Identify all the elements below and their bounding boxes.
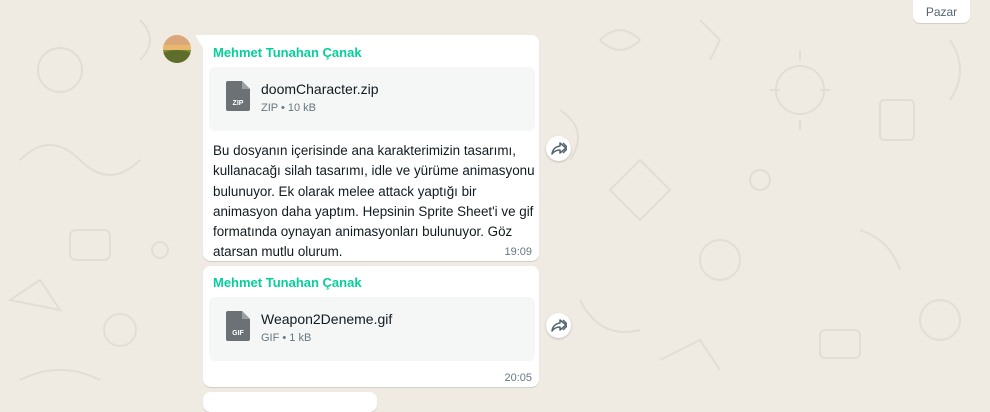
- bubble-tail: [195, 35, 203, 48]
- message-bubble[interactable]: [203, 392, 377, 412]
- file-name: doomCharacter.zip: [261, 81, 379, 97]
- file-icon: ZIP: [226, 81, 250, 111]
- file-attachment[interactable]: GIF Weapon2Deneme.gif GIF • 1 kB: [209, 297, 535, 361]
- message-bubble[interactable]: Mehmet Tunahan Çanak GIF Weapon2Deneme.g…: [203, 266, 539, 387]
- message-time: 19:09: [504, 246, 532, 258]
- file-attachment[interactable]: ZIP doomCharacter.zip ZIP • 10 kB: [209, 67, 535, 131]
- file-name: Weapon2Deneme.gif: [261, 311, 393, 327]
- file-meta: ZIP • 10 kB: [261, 102, 317, 114]
- avatar-image: [163, 35, 191, 63]
- sender-name[interactable]: Mehmet Tunahan Çanak: [213, 45, 362, 60]
- message-time: 20:05: [504, 372, 532, 384]
- sender-name[interactable]: Mehmet Tunahan Çanak: [213, 275, 362, 290]
- file-icon: GIF: [226, 311, 250, 341]
- file-meta: GIF • 1 kB: [261, 332, 312, 344]
- date-chip: Pazar: [913, 0, 970, 23]
- avatar[interactable]: [163, 35, 191, 63]
- forward-button[interactable]: [546, 313, 571, 338]
- file-type-badge: ZIP: [233, 100, 244, 107]
- forward-icon: [550, 141, 567, 155]
- message-bubble[interactable]: Mehmet Tunahan Çanak ZIP doomCharacter.z…: [203, 35, 539, 261]
- forward-icon: [550, 318, 567, 332]
- file-type-badge: GIF: [232, 330, 244, 337]
- forward-button[interactable]: [546, 136, 571, 161]
- message-text: Bu dosyanın içerisinde ana karakterimizi…: [213, 143, 535, 260]
